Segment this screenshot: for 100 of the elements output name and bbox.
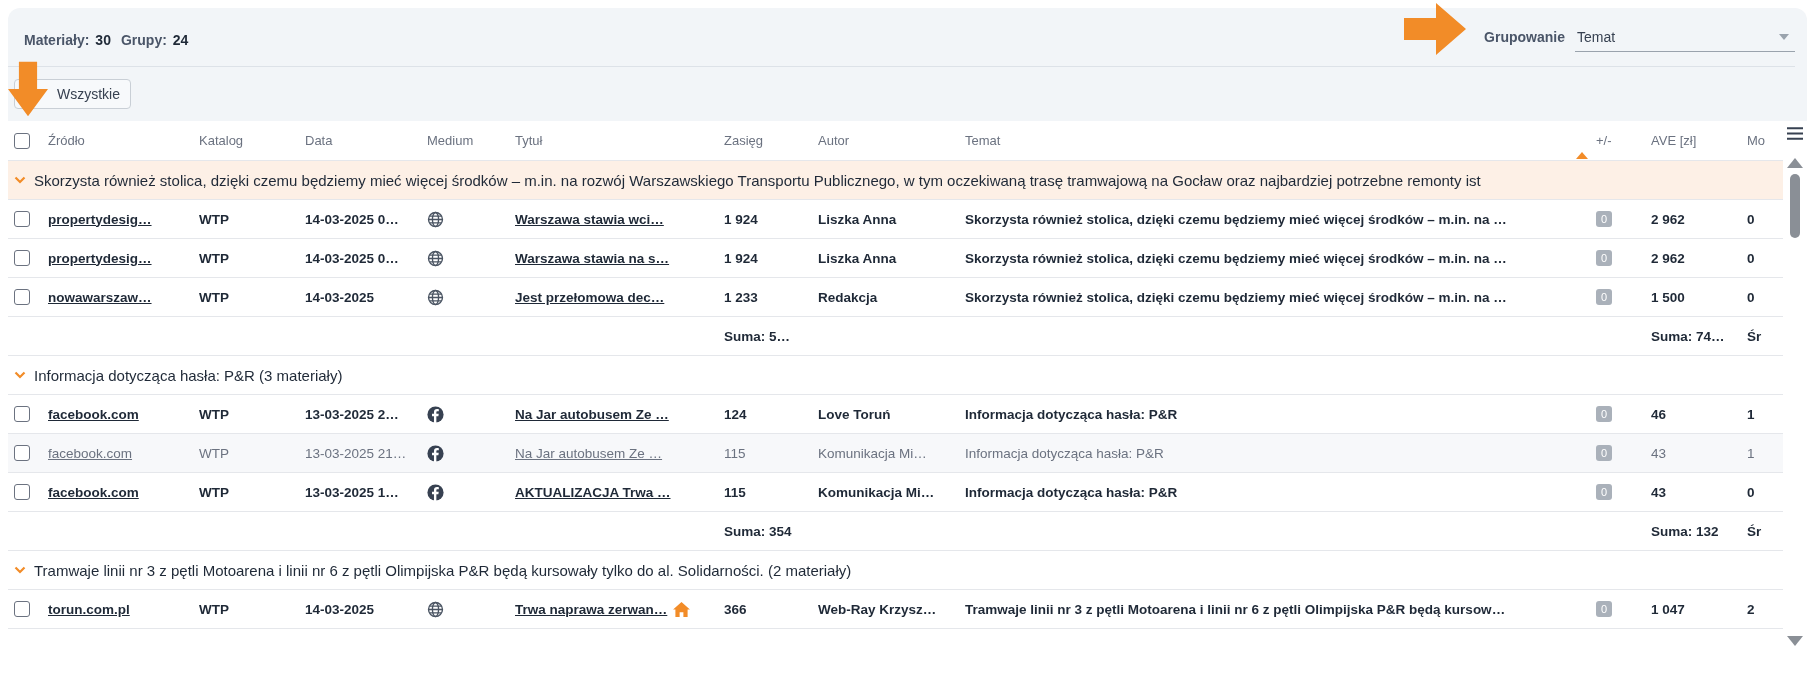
chevron-icon[interactable] xyxy=(14,371,26,379)
date-cell-text: 14-03-2025 0… xyxy=(305,250,400,266)
author-cell-text: Liszka Anna xyxy=(818,250,898,266)
title-link[interactable]: Na Jar autobusem Ze … xyxy=(515,445,663,461)
select-all-checkbox[interactable] xyxy=(14,132,30,149)
table-cell-text: Śr xyxy=(1747,523,1763,539)
source-link[interactable]: nowawarszaw… xyxy=(48,289,199,305)
topic-cell-text: Informacja dotycząca hasła: P&R xyxy=(965,484,1179,500)
source-link[interactable]: facebook.com xyxy=(48,406,199,422)
source-link[interactable]: propertydesig… xyxy=(48,250,199,266)
facebook-icon xyxy=(427,483,444,501)
source-link[interactable]: facebook.com xyxy=(48,445,199,461)
grouping-select[interactable]: Temat xyxy=(1575,22,1795,52)
reach-cell-text: 1 924 xyxy=(724,250,759,266)
table-cell-text: 0 xyxy=(1747,484,1756,500)
menu-icon[interactable] xyxy=(1787,127,1803,140)
row-checkbox[interactable] xyxy=(14,289,30,305)
ave-cell-text: 43 xyxy=(1651,445,1668,461)
scrollbar-thumb[interactable] xyxy=(1790,174,1800,238)
title-link[interactable]: Warszawa stawia na s… xyxy=(515,250,670,266)
ave-cell-text: 43 xyxy=(1651,484,1668,500)
title-link[interactable]: Jest przełomowa dec… xyxy=(515,289,665,305)
group-title: Tramwaje linii nr 3 z pętli Motoarena i linii nr 6 z pętli Olimpijska P&R będą kursowały tylko do al. Solidarności. (2 materiały) xyxy=(34,561,852,579)
author-cell-text: Redakcja xyxy=(818,289,879,305)
delta-badge: 0 xyxy=(1596,484,1613,500)
catalog-cell-text: WTP xyxy=(199,445,230,461)
row-checkbox[interactable] xyxy=(14,601,30,617)
reach-cell-text: 1 924 xyxy=(724,211,759,227)
globe-icon xyxy=(427,249,444,267)
reach-total: Suma: 354 xyxy=(724,523,793,539)
reach-total: Suma: 5… xyxy=(724,328,792,344)
column-header[interactable]: Źródło xyxy=(48,133,85,148)
chevron-icon[interactable] xyxy=(14,566,26,574)
column-header[interactable]: Temat xyxy=(965,133,1001,148)
catalog-cell-text: WTP xyxy=(199,484,230,500)
title-link[interactable]: AKTUALIZACJA Trwa … xyxy=(515,484,671,500)
date-cell-text: 13-03-2025 1… xyxy=(305,484,400,500)
catalog-cell-text: WTP xyxy=(199,406,230,422)
group-header-row[interactable] xyxy=(8,161,1783,200)
catalog-cell-text: WTP xyxy=(199,601,230,617)
source-link[interactable]: torun.com.pl xyxy=(48,601,199,617)
group-header-row[interactable]: Tramwaje linii nr 3 z pętli Motoarena i linii nr 6 z pętli Olimpijska P&R będą kursowały tylko do al. Solidarności. (2 materiały) xyxy=(8,551,1783,590)
row-checkbox[interactable] xyxy=(14,484,30,500)
materials-count: 30 xyxy=(95,32,111,48)
row-checkbox[interactable] xyxy=(14,445,30,461)
table-row[interactable]: nowawarszaw… WTP 14-03-2025 Jest przełomowa dec… 1 233 Redakcja Skorzysta również stolica, dzięki czemu będziemy mieć więcej środków – m.in. na … 0 1 500 0 xyxy=(8,278,1783,317)
delta-badge: 0 xyxy=(1596,250,1613,266)
reach-cell-text: 366 xyxy=(724,601,748,617)
annotation-arrow-icon xyxy=(8,61,48,117)
reach-cell-text: 124 xyxy=(724,406,748,422)
group-header-row[interactable]: Informacja dotycząca hasła: P&R (3 materiały) xyxy=(8,356,1783,395)
column-header[interactable]: Katalog xyxy=(199,133,244,148)
reach-cell-text: 115 xyxy=(724,445,747,461)
table-row[interactable]: facebook.com WTP 13-03-2025 1… AKTUALIZACJA Trwa … 115 Komunikacja Mi… Informacja dotycząca hasła: P&R 0 43 0 xyxy=(8,473,1783,512)
catalog-cell-text: WTP xyxy=(199,250,230,266)
globe-icon xyxy=(427,288,444,306)
materials-label: Materiały: xyxy=(24,32,90,48)
globe-icon xyxy=(427,600,444,618)
scroll-up-icon[interactable] xyxy=(1787,158,1803,168)
home-icon xyxy=(673,601,691,617)
author-cell-text: Love Toruń xyxy=(818,406,892,422)
title-link[interactable]: Trwa naprawa zerwan… xyxy=(515,601,668,617)
author-cell-text: Komunikacja Mi… xyxy=(818,484,936,500)
table-cell-text: Śr xyxy=(1747,328,1763,344)
table-cell-text: 1 xyxy=(1747,406,1756,422)
scroll-down-icon[interactable] xyxy=(1787,636,1803,646)
topic-cell-text: Informacja dotycząca hasła: P&R xyxy=(965,445,1165,461)
globe-icon xyxy=(427,210,444,228)
column-header[interactable]: Tytuł xyxy=(515,133,543,148)
column-header[interactable]: Data xyxy=(305,133,333,148)
table-row[interactable]: facebook.com WTP 13-03-2025 21… Na Jar autobusem Ze … 115 Komunikacja Mi… Informacja dotycząca hasła: P&R 0 43 1 xyxy=(8,434,1783,473)
source-link[interactable]: propertydesig… xyxy=(48,211,199,227)
annotation-arrow-icon xyxy=(1404,2,1467,55)
row-checkbox[interactable] xyxy=(14,250,30,266)
row-checkbox[interactable] xyxy=(14,406,30,422)
table-row[interactable]: torun.com.pl WTP 14-03-2025 Trwa naprawa zerwan… 366 Web-Ray Krzysz… Tramwaje linii nr 3 z pętli Motoarena i linii nr 6 z pętli Olimpijska P&R będą kursow… 0 1 047 2 xyxy=(8,590,1783,629)
row-checkbox[interactable] xyxy=(14,211,30,227)
table-row[interactable]: propertydesig… WTP 14-03-2025 0… Warszawa stawia wci… 1 924 Liszka Anna Skorzysta również stolica, dzięki czemu będziemy mieć więcej środków – m.in. na … 0 2 962 0 xyxy=(8,200,1783,239)
delta-badge: 0 xyxy=(1596,445,1613,461)
dropdown-caret-icon xyxy=(1779,33,1789,40)
column-header[interactable]: Autor xyxy=(818,133,850,148)
date-cell-text: 14-03-2025 xyxy=(305,601,376,617)
delta-badge: 0 xyxy=(1596,211,1613,227)
table-cell-text: 2 xyxy=(1747,601,1756,617)
reach-cell-text: 115 xyxy=(724,484,747,500)
topic-cell-text: Skorzysta również stolica, dzięki czemu będziemy mieć więcej środków – m.in. na … xyxy=(965,211,1508,227)
column-header[interactable]: AVE [zł] xyxy=(1651,133,1697,148)
title-link[interactable]: Na Jar autobusem Ze … xyxy=(515,406,669,422)
catalog-cell-text: WTP xyxy=(199,211,230,227)
ave-cell-text: 46 xyxy=(1651,406,1668,422)
column-header[interactable]: +/- xyxy=(1596,133,1612,148)
author-cell-text: Komunikacja Mi… xyxy=(818,445,928,461)
title-link[interactable]: Warszawa stawia wci… xyxy=(515,211,664,227)
column-header[interactable]: Zasięg xyxy=(724,133,764,148)
column-header[interactable]: Mo xyxy=(1747,133,1766,148)
facebook-icon xyxy=(427,405,444,423)
column-header[interactable]: Medium xyxy=(427,133,474,148)
source-link[interactable]: facebook.com xyxy=(48,484,199,500)
table-row[interactable]: propertydesig… WTP 14-03-2025 0… Warszawa stawia na s… 1 924 Liszka Anna Skorzysta również stolica, dzięki czemu będziemy mieć więcej środków – m.in. na … 0 2 962 0 xyxy=(8,239,1783,278)
catalog-cell-text: WTP xyxy=(199,289,230,305)
